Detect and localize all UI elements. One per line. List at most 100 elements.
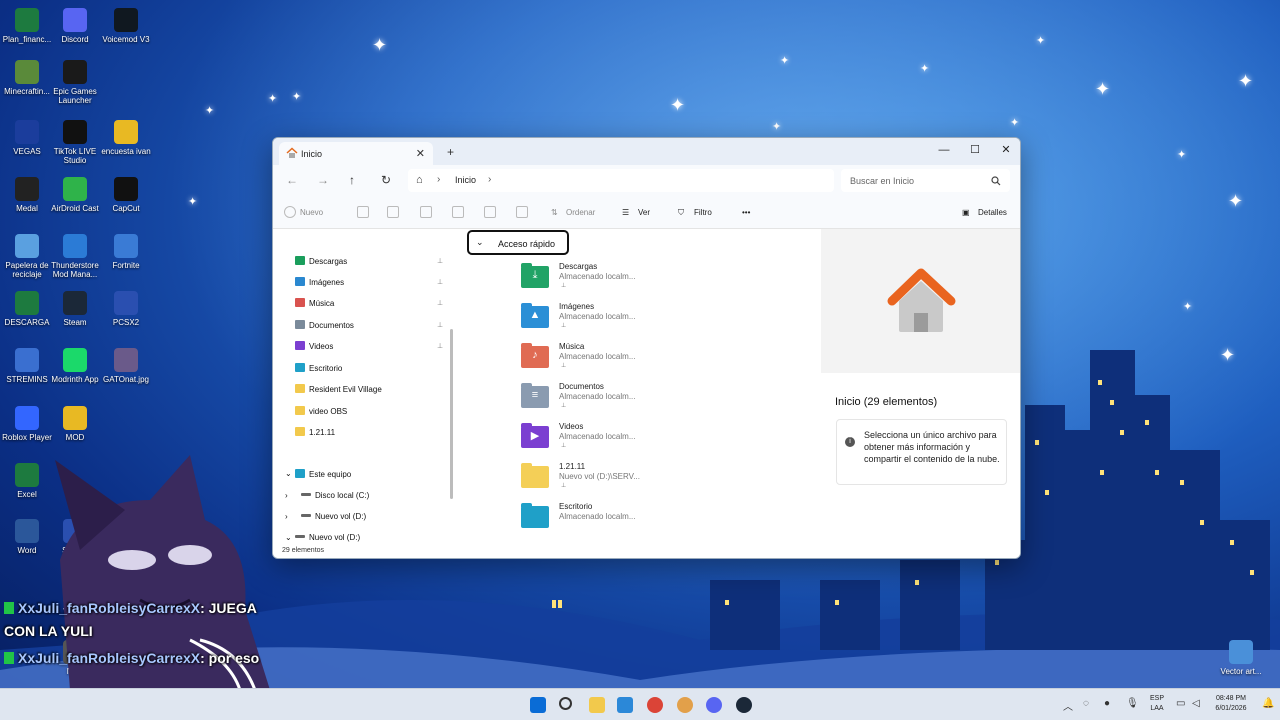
discord-icon[interactable] [706,697,722,713]
desktop-icon[interactable]: TikTok LIVE Studio [48,120,102,165]
refresh-button[interactable]: ↻ [381,173,391,187]
quick-access-item[interactable]: ≡ Documentos Almacenado localm... ⊥ [521,382,721,418]
search-icon [991,176,1001,186]
network-icon[interactable]: ▭ [1176,698,1185,709]
breadcrumb[interactable]: Inicio [455,175,476,185]
item-name: Escritorio [559,502,593,511]
rename-icon[interactable] [452,206,464,218]
share-icon[interactable] [484,206,496,218]
store-icon[interactable] [617,697,633,713]
tree-item[interactable]: Este equipo [295,469,351,479]
search-icon[interactable] [559,697,572,710]
nav-item[interactable]: Música [295,298,334,308]
nav-item-label: 1.21.11 [309,428,336,437]
nav-item[interactable]: video OBS [295,406,347,416]
nav-item[interactable]: Resident Evil Village [295,384,382,394]
quick-access-item[interactable]: 1.21.11 Nuevo vol (D:)\SERV... ⊥ [521,462,721,498]
address-field[interactable]: ⌂ › Inicio › [408,169,834,192]
chrome-icon[interactable] [647,697,663,713]
up-button[interactable]: ↑ [349,173,355,187]
desktop-icon[interactable]: AirDroid Cast [48,177,102,213]
desktop-icon[interactable]: PCSX2 [99,291,153,327]
app-icon[interactable] [677,697,693,713]
steam-icon[interactable] [736,697,752,713]
desktop-icon[interactable]: Roblox Player [0,406,54,442]
new-tab-button[interactable]: + [447,145,454,159]
sort-button[interactable]: Ordenar [566,208,595,217]
explorer-icon[interactable] [589,697,605,713]
nav-item[interactable]: 1.21.11 [295,427,335,437]
desktop-icon[interactable]: Voicemod V3 [99,8,153,44]
tray-app-icon[interactable]: ● [1104,698,1110,709]
delete-icon[interactable] [516,206,528,218]
language-indicator[interactable]: ESP LAA [1148,694,1166,714]
quick-access-header[interactable]: ⌄ Acceso rápido [467,230,569,255]
folder-tab [521,263,532,267]
folder-tab [521,383,532,387]
scrollbar[interactable] [450,329,453,499]
desktop-icon[interactable]: MOD [48,406,102,442]
nav-item[interactable]: Imágenes [295,277,344,287]
desktop-icon[interactable]: Thunderstore Mod Mana... [48,234,102,279]
quick-access-item[interactable]: ⤓ Descargas Almacenado localm... ⊥ [521,262,721,298]
desktop-icon[interactable]: Epic Games Launcher [48,60,102,105]
quick-access-item[interactable]: ▶ Videos Almacenado localm... ⊥ [521,422,721,458]
desktop-icon[interactable]: VEGAS [0,120,54,156]
view-button[interactable]: Ver [638,208,650,217]
tray-overflow-chevron-icon[interactable]: ︿ [1063,698,1073,713]
maximize-button[interactable]: ☐ [960,141,990,159]
chat-badge-icon [4,652,14,664]
desktop-icon[interactable]: DESCARGA [0,291,54,327]
app-icon [114,120,138,144]
cut-icon[interactable] [357,206,369,218]
desktop-icon[interactable]: Vector art... [1214,640,1268,676]
volume-icon[interactable]: ◁ [1192,698,1200,709]
expand-chevron-icon[interactable]: ⌄ [285,469,292,478]
copy-icon[interactable] [387,206,399,218]
tab-close-icon[interactable]: ✕ [416,147,425,160]
minimize-button[interactable]: — [929,141,959,159]
forward-button[interactable]: → [317,173,329,187]
desktop-icon[interactable]: Steam [48,291,102,327]
desktop-icon[interactable]: Medal [0,177,54,213]
tree-item[interactable]: Nuevo vol (D:) [301,512,366,521]
quick-access-item[interactable]: ♪ Música Almacenado localm... ⊥ [521,342,721,378]
desktop-icon[interactable]: Papelera de reciclaje [0,234,54,279]
chevron-right-icon[interactable]: › [488,174,491,185]
expand-chevron-icon[interactable]: › [285,512,288,521]
desktop-icon[interactable]: GATOnat.jpg [99,348,153,384]
clock[interactable]: 08:48 PM 6/01/2026 [1210,694,1252,714]
new-button[interactable]: Nuevo [300,208,323,217]
desktop-icon[interactable]: Minecraftin... [0,60,54,96]
tab-inicio[interactable]: Inicio ✕ [279,142,433,165]
nav-item[interactable]: Descargas [295,256,347,266]
quick-access-item[interactable]: ▲ Imágenes Almacenado localm... ⊥ [521,302,721,338]
desktop-icon[interactable]: Fortnite [99,234,153,270]
back-button[interactable]: ← [286,173,298,187]
desktop-icon[interactable]: Plan_financ... [0,8,54,44]
microphone-icon[interactable]: 🎙 [1126,698,1139,709]
expand-chevron-icon[interactable]: › [285,491,288,500]
expand-chevron-icon[interactable]: ⌄ [285,533,292,542]
desktop-icon[interactable]: STREMINS [0,348,54,384]
desktop-icon[interactable]: Modrinth App [48,348,102,384]
nav-item[interactable]: Videos [295,341,333,351]
more-options-button[interactable]: ••• [742,208,750,217]
home-icon[interactable]: ⌂ [416,174,423,186]
nav-item[interactable]: Escritorio [295,363,342,373]
tray-app-icon[interactable]: ◌ [1083,698,1089,709]
tree-item[interactable]: Disco local (C:) [301,491,369,500]
desktop-icon[interactable]: CapCut [99,177,153,213]
desktop-icon[interactable]: encuesta ivan [99,120,153,156]
start-icon[interactable] [530,697,546,713]
desktop-icon[interactable]: Discord [48,8,102,44]
notifications-icon[interactable]: 🔔 [1262,698,1274,709]
nav-item[interactable]: Documentos [295,320,354,330]
quick-access-item[interactable]: Escritorio Almacenado localm... [521,502,721,538]
tree-item[interactable]: Nuevo vol (D:) [295,533,360,542]
details-button[interactable]: Detalles [978,208,1007,217]
filter-button[interactable]: Filtro [694,208,712,217]
close-button[interactable]: ✕ [991,141,1020,159]
paste-icon[interactable] [420,206,432,218]
search-input[interactable]: Buscar en Inicio [841,169,1010,192]
